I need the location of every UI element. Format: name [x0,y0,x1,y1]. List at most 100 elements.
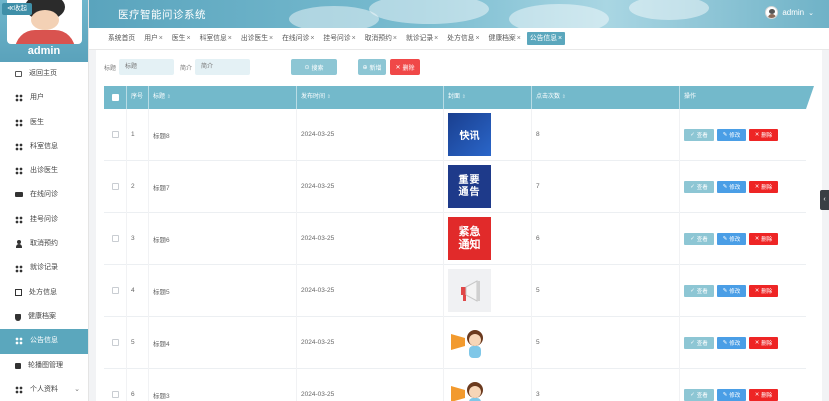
row-checkbox[interactable] [111,183,119,190]
header-publish-time[interactable]: 发布时间 ⇕ [296,86,443,109]
sidebar-item[interactable]: 就诊记录 [0,256,88,280]
cover-image: 快讯 [448,113,491,156]
row-index: 2 [126,160,148,213]
sidebar-item[interactable]: 用户 [0,86,88,110]
view-button[interactable]: ✓ 查看 [684,284,714,297]
check-icon: ✓ [690,339,695,346]
tab[interactable]: 系统首页 [105,32,138,45]
sidebar-item[interactable]: 公告信息 [0,329,88,354]
chevron-left-icon: ‹ [823,196,826,203]
sidebar-item[interactable]: 处方信息 [0,281,88,305]
view-button[interactable]: ✓ 查看 [684,388,714,401]
close-icon[interactable]: × [475,32,479,45]
tab[interactable]: 就诊记录 × [403,32,441,45]
sidebar-item[interactable]: 轮播图管理 [0,354,88,378]
row-actions: ✓ 查看 ✎ 修改 ✕ 删除 [679,160,806,213]
search-button[interactable]: ⊙ 搜索 [291,59,337,75]
edit-button[interactable]: ✎ 修改 [717,336,746,349]
side-drawer-toggle[interactable]: ‹ [820,190,829,210]
delete-button[interactable]: ✕ 删除 [749,284,778,297]
edit-button[interactable]: ✎ 修改 [717,284,746,297]
sidebar-item[interactable]: 个人资料 ⌄ [0,378,88,401]
tab[interactable]: 挂号问诊 × [320,32,358,45]
close-icon[interactable]: × [352,32,356,45]
tab[interactable]: 健康档案 × [486,32,524,45]
tab[interactable]: 用户 × [141,32,166,45]
sidebar-item[interactable]: 健康档案 [0,305,88,329]
view-button[interactable]: ✓ 查看 [684,128,714,141]
tab[interactable]: 处方信息 × [444,32,482,45]
edit-button[interactable]: ✎ 修改 [717,128,746,141]
row-title: 标题3 [148,368,296,401]
edit-button[interactable]: ✎ 修改 [717,180,746,193]
header-cover[interactable]: 封面 ⇕ [443,86,531,109]
batch-delete-button[interactable]: ✕ 删除 [390,59,420,75]
sidebar-item[interactable]: 在线问诊 [0,183,88,207]
close-icon[interactable]: × [393,32,397,45]
row-actions: ✓ 查看 ✎ 修改 ✕ 删除 [679,108,806,161]
title-filter-label: 标题 [104,65,117,72]
row-publish-time: 2024-03-25 [296,316,443,369]
row-select-cell [104,317,126,369]
sidebar-item[interactable]: 挂号问诊 [0,208,88,232]
header-actions: 操作 [679,86,806,109]
header-clicks[interactable]: 点击次数 ⇕ [531,86,679,109]
home-icon [15,71,22,78]
close-icon[interactable]: × [517,32,521,45]
close-icon[interactable]: × [159,32,163,45]
close-icon[interactable]: × [186,32,190,45]
row-checkbox[interactable] [111,339,119,346]
sidebar-item[interactable]: 医生 [0,111,88,135]
title-search-input[interactable] [119,59,174,75]
close-icon[interactable]: × [310,32,314,45]
intro-filter-label: 简介 [180,65,193,72]
row-cover-cell [443,316,531,369]
delete-button[interactable]: ✕ 删除 [749,180,778,193]
row-actions: ✓ 查看 ✎ 修改 ✕ 删除 [679,368,806,401]
sidebar-item[interactable]: 返回主页 [0,62,88,86]
tab[interactable]: 在线问诊 × [279,32,317,45]
tab[interactable]: 取消预约 × [362,32,400,45]
close-icon[interactable]: × [434,32,438,45]
delete-button[interactable]: ✕ 删除 [749,232,778,245]
row-select-cell [104,161,126,213]
row-select-cell [104,265,126,317]
collapse-sidebar-button[interactable]: ≪收起 [2,3,32,15]
select-all-checkbox[interactable] [111,94,119,101]
row-checkbox[interactable] [111,235,119,242]
cover-image: 紧急通知 [448,217,491,260]
row-checkbox[interactable] [111,391,119,398]
close-icon: ✕ [754,339,760,346]
close-icon[interactable]: × [269,32,273,45]
delete-button[interactable]: ✕ 删除 [749,128,778,141]
tab[interactable]: 科室信息 × [197,32,235,45]
megaphone-girl-icon [448,373,491,401]
add-button[interactable]: ⊕ 新增 [358,59,386,75]
row-publish-time: 2024-03-25 [296,108,443,161]
delete-button[interactable]: ✕ 删除 [749,336,778,349]
sidebar-item[interactable]: 取消预约 [0,232,88,256]
tab-label: 科室信息 [199,35,227,42]
view-button[interactable]: ✓ 查看 [684,232,714,245]
delete-button[interactable]: ✕ 删除 [749,388,778,401]
view-button[interactable]: ✓ 查看 [684,180,714,193]
tab[interactable]: 医生 × [169,32,194,45]
row-checkbox[interactable] [111,287,119,294]
tab[interactable]: 公告信息 × [526,32,566,45]
grid-icon [15,264,23,273]
edit-button[interactable]: ✎ 修改 [717,232,746,245]
view-button[interactable]: ✓ 查看 [684,336,714,349]
edit-button[interactable]: ✎ 修改 [717,388,746,401]
close-icon[interactable]: × [558,32,562,45]
intro-search-input[interactable] [195,59,250,75]
header-title[interactable]: 标题 ⇕ [148,86,296,109]
tab-label: 就诊记录 [405,35,434,42]
row-publish-time: 2024-03-25 [296,264,443,317]
sidebar-item[interactable]: 出诊医生 [0,159,88,183]
user-menu[interactable]: admin ⌄ [765,6,814,19]
sidebar-item[interactable]: 科室信息 [0,135,88,159]
row-title: 标题4 [148,316,296,369]
row-checkbox[interactable] [111,131,119,138]
close-icon[interactable]: × [228,32,232,45]
tab[interactable]: 出诊医生 × [238,32,276,45]
